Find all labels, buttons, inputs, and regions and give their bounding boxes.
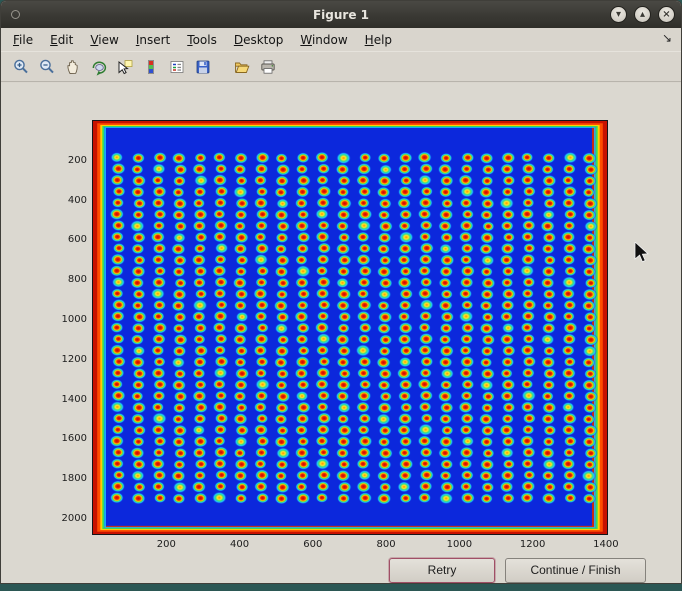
y-tick-label: 200	[51, 155, 87, 166]
y-tick-label: 1800	[51, 473, 87, 484]
window-title: Figure 1	[313, 8, 369, 22]
menu-view[interactable]: View	[90, 33, 118, 47]
open-icon[interactable]	[231, 56, 252, 77]
window-controls: ▾ ▴ ×	[610, 6, 675, 23]
zoom-out-icon[interactable]	[36, 56, 57, 77]
menu-insert[interactable]: Insert	[136, 33, 170, 47]
y-tick-label: 2000	[51, 513, 87, 524]
plot-axes	[93, 121, 607, 534]
titlebar[interactable]: Figure 1 ▾ ▴ ×	[1, 1, 681, 28]
y-tick-label: 600	[51, 234, 87, 245]
zoom-in-icon[interactable]	[10, 56, 31, 77]
y-tick-label: 1400	[51, 394, 87, 405]
figure-window: Figure 1 ▾ ▴ × File Edit View Insert Tools De…	[0, 0, 682, 584]
y-tick-label: 1600	[51, 433, 87, 444]
print-icon[interactable]	[257, 56, 278, 77]
y-tick-label: 400	[51, 195, 87, 206]
x-tick-label: 1200	[511, 539, 555, 550]
legend-icon[interactable]	[166, 56, 187, 77]
menubar: File Edit View Insert Tools Desktop Window Help…	[1, 28, 681, 51]
y-tick-label: 1200	[51, 354, 87, 365]
menu-desktop[interactable]: Desktop	[234, 33, 284, 47]
x-tick-label: 400	[218, 539, 262, 550]
maximize-button[interactable]: ▴	[634, 6, 651, 23]
y-tick-label: 1000	[51, 314, 87, 325]
x-tick-label: 1400	[584, 539, 628, 550]
retry-button[interactable]: Retry	[389, 558, 495, 583]
data-cursor-icon[interactable]	[114, 56, 135, 77]
colorbar-icon[interactable]	[140, 56, 161, 77]
toolbar	[1, 51, 681, 82]
x-tick-label: 200	[144, 539, 188, 550]
menu-edit[interactable]: Edit	[50, 33, 73, 47]
rotate-3d-icon[interactable]	[88, 56, 109, 77]
menu-tools[interactable]: Tools	[187, 33, 217, 47]
menu-window[interactable]: Window	[300, 33, 347, 47]
x-tick-label: 800	[364, 539, 408, 550]
menu-file[interactable]: File	[13, 33, 33, 47]
close-button[interactable]: ×	[658, 6, 675, 23]
figure-canvas: Retry Continue / Finish 200 400 600 800 1000…	[1, 83, 681, 583]
window-menu-icon	[11, 10, 20, 19]
plot-image	[93, 121, 607, 534]
minimize-button[interactable]: ▾	[610, 6, 627, 23]
y-tick-label: 800	[51, 274, 87, 285]
menu-help[interactable]: Help	[365, 33, 392, 47]
dock-figure-icon[interactable]: ↘	[662, 31, 672, 45]
pan-icon[interactable]	[62, 56, 83, 77]
save-icon[interactable]	[192, 56, 213, 77]
continue-finish-button[interactable]: Continue / Finish	[505, 558, 646, 583]
desktop-taskbar-strip	[0, 584, 682, 591]
menubar-items: File Edit View Insert Tools Desktop Window Help	[13, 33, 392, 47]
x-tick-label: 1000	[437, 539, 481, 550]
x-tick-label: 600	[291, 539, 335, 550]
